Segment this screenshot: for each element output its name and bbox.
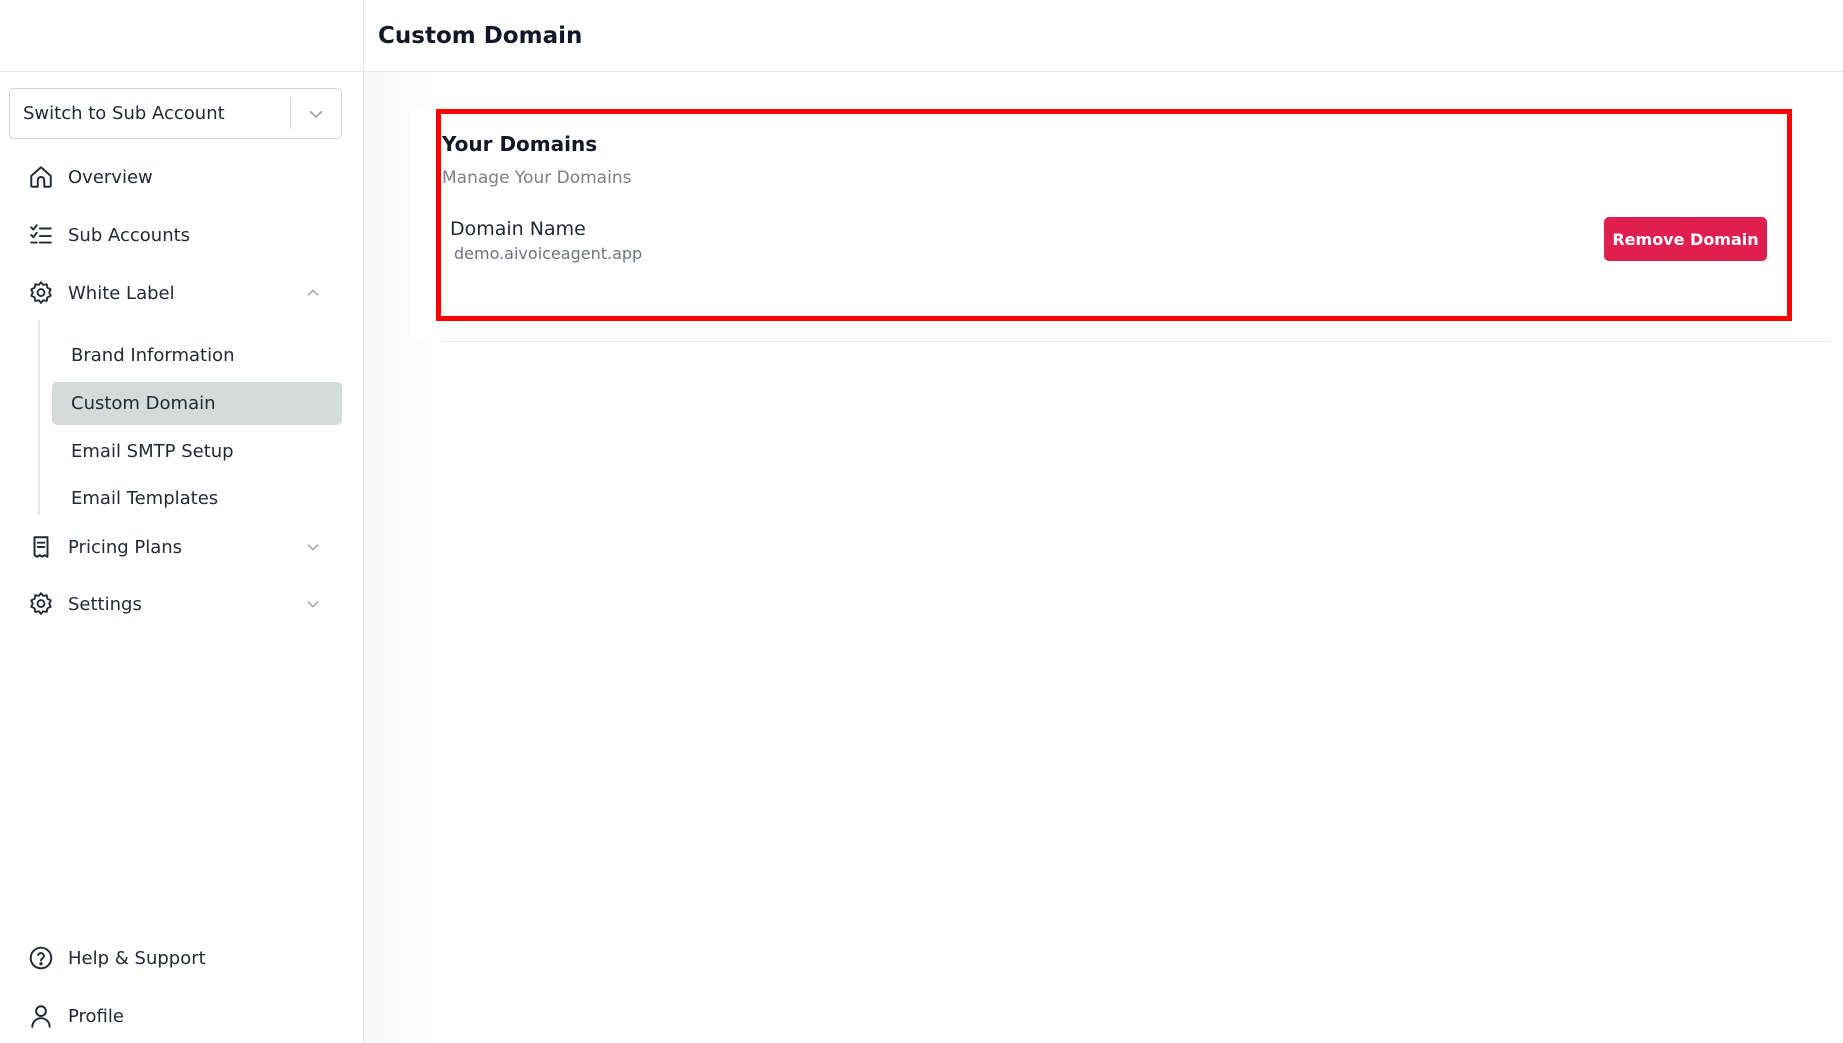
card-subtitle: Manage Your Domains xyxy=(442,168,632,188)
sidebar-item-pricing-plans[interactable]: Pricing Plans xyxy=(28,525,338,569)
domain-name-value: demo.aivoiceagent.app xyxy=(454,244,643,263)
chevron-down-icon[interactable] xyxy=(291,88,341,139)
sidebar-subitem-brand-information[interactable]: Brand Information xyxy=(52,334,342,377)
receipt-icon xyxy=(28,530,62,564)
user-icon xyxy=(28,999,62,1033)
sidebar-item-label: Overview xyxy=(68,166,153,188)
gear-icon xyxy=(28,276,62,310)
domains-card: Your Domains Manage Your Domains Domain … xyxy=(411,110,1830,342)
sidebar-item-white-label[interactable]: White Label xyxy=(28,271,338,315)
sidebar-item-label: Pricing Plans xyxy=(68,536,183,558)
page-title: Custom Domain xyxy=(378,22,583,49)
help-circle-icon xyxy=(28,941,62,975)
submenu-rail xyxy=(38,320,40,515)
sidebar-item-label: White Label xyxy=(68,282,175,304)
gear-icon xyxy=(28,587,62,621)
card-title: Your Domains xyxy=(442,132,598,156)
sidebar: Switch to Sub Account Overview Sub Accou… xyxy=(0,0,364,1043)
account-switcher-label: Switch to Sub Account xyxy=(23,103,225,124)
chevron-down-icon[interactable] xyxy=(302,536,324,558)
sidebar-subitem-email-templates[interactable]: Email Templates xyxy=(52,477,342,520)
sidebar-item-label: Help & Support xyxy=(68,947,206,969)
checklist-icon xyxy=(28,218,62,252)
domain-name-label: Domain Name xyxy=(450,218,586,240)
chevron-up-icon[interactable] xyxy=(302,282,324,304)
sidebar-item-label: Settings xyxy=(68,593,142,615)
remove-domain-button[interactable]: Remove Domain xyxy=(1604,217,1767,261)
page-header: Custom Domain xyxy=(364,0,1843,72)
sidebar-item-label: Profile xyxy=(68,1005,124,1027)
sidebar-item-help-support[interactable]: Help & Support xyxy=(28,936,338,980)
sidebar-item-sub-accounts[interactable]: Sub Accounts xyxy=(28,213,338,257)
sidebar-logo-area xyxy=(0,0,363,72)
account-switcher[interactable]: Switch to Sub Account xyxy=(9,88,342,139)
sidebar-subitem-email-smtp-setup[interactable]: Email SMTP Setup xyxy=(52,430,342,473)
sidebar-item-settings[interactable]: Settings xyxy=(28,582,338,626)
app-root: Switch to Sub Account Overview Sub Accou… xyxy=(0,0,1843,1043)
card-divider xyxy=(442,341,1830,342)
home-icon xyxy=(28,160,62,194)
sidebar-item-label: Sub Accounts xyxy=(68,224,191,246)
chevron-down-icon[interactable] xyxy=(302,593,324,615)
sidebar-item-profile[interactable]: Profile xyxy=(28,994,338,1038)
sidebar-item-overview[interactable]: Overview xyxy=(28,155,338,199)
sidebar-subitem-custom-domain[interactable]: Custom Domain xyxy=(52,382,342,425)
main-content: Your Domains Manage Your Domains Domain … xyxy=(364,72,1843,1043)
